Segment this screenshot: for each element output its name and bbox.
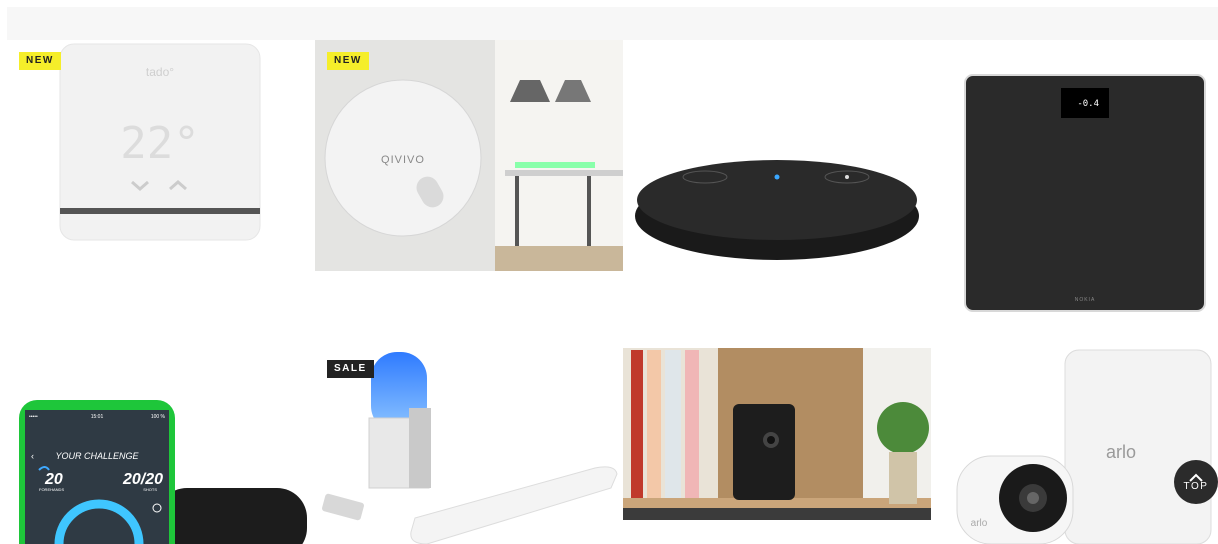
back-to-top-label: TOP [1183,480,1209,492]
top-bar [7,7,1218,40]
svg-text:100 %: 100 % [151,414,166,420]
product-tile-aura[interactable]: SALE [315,348,623,544]
product-tile-tennis-sensor[interactable]: ••••• 15:01 100 % ‹ YOUR CHALLENGE 20 FO… [7,348,315,544]
product-image-echo-input [635,160,919,260]
product-tile-nokia-scale[interactable]: -0.4 NOKIA [931,40,1218,348]
arlo-camera-logo: arlo [971,518,988,529]
product-tile-somfy-one[interactable] [623,348,931,520]
svg-text:FOREHANDS: FOREHANDS [39,487,64,492]
arlo-logo: arlo [1106,442,1136,462]
product-tile-tado[interactable]: tado° 22° NEW [7,40,315,246]
product-image-tado: tado° 22° [59,43,261,241]
back-icon: ‹ [31,451,34,461]
product-tile-qivivo[interactable]: QIVIVO NEW [315,40,623,271]
product-image-tennis-sensor: ••••• 15:01 100 % ‹ YOUR CHALLENGE 20 FO… [19,400,307,544]
tado-display: 22° [120,118,199,169]
scale-display: -0.4 [1077,99,1099,109]
svg-text:20/20: 20/20 [122,471,163,488]
nokia-logo: NOKIA [1075,297,1096,303]
svg-text:SHOTS: SHOTS [143,487,157,492]
new-badge: NEW [327,52,369,70]
product-image-somfy-one [623,348,931,520]
svg-text:20: 20 [44,471,63,488]
product-image-nokia-scale: -0.4 NOKIA [964,74,1206,312]
product-tile-arlo-ultra[interactable]: arlo arlo [931,348,1218,544]
svg-text:15:01: 15:01 [91,414,104,420]
tado-logo: tado° [146,65,174,79]
product-tile-echo-input[interactable] [623,40,931,348]
new-badge: NEW [19,52,61,70]
svg-text:•••••: ••••• [29,414,38,420]
product-image-qivivo: QIVIVO [315,40,623,271]
qivivo-logo: QIVIVO [381,154,425,166]
product-image-arlo-ultra: arlo arlo [956,349,1212,544]
back-to-top-button[interactable]: TOP [1174,460,1218,504]
sale-badge: SALE [327,360,374,378]
app-title: YOUR CHALLENGE [55,451,139,461]
